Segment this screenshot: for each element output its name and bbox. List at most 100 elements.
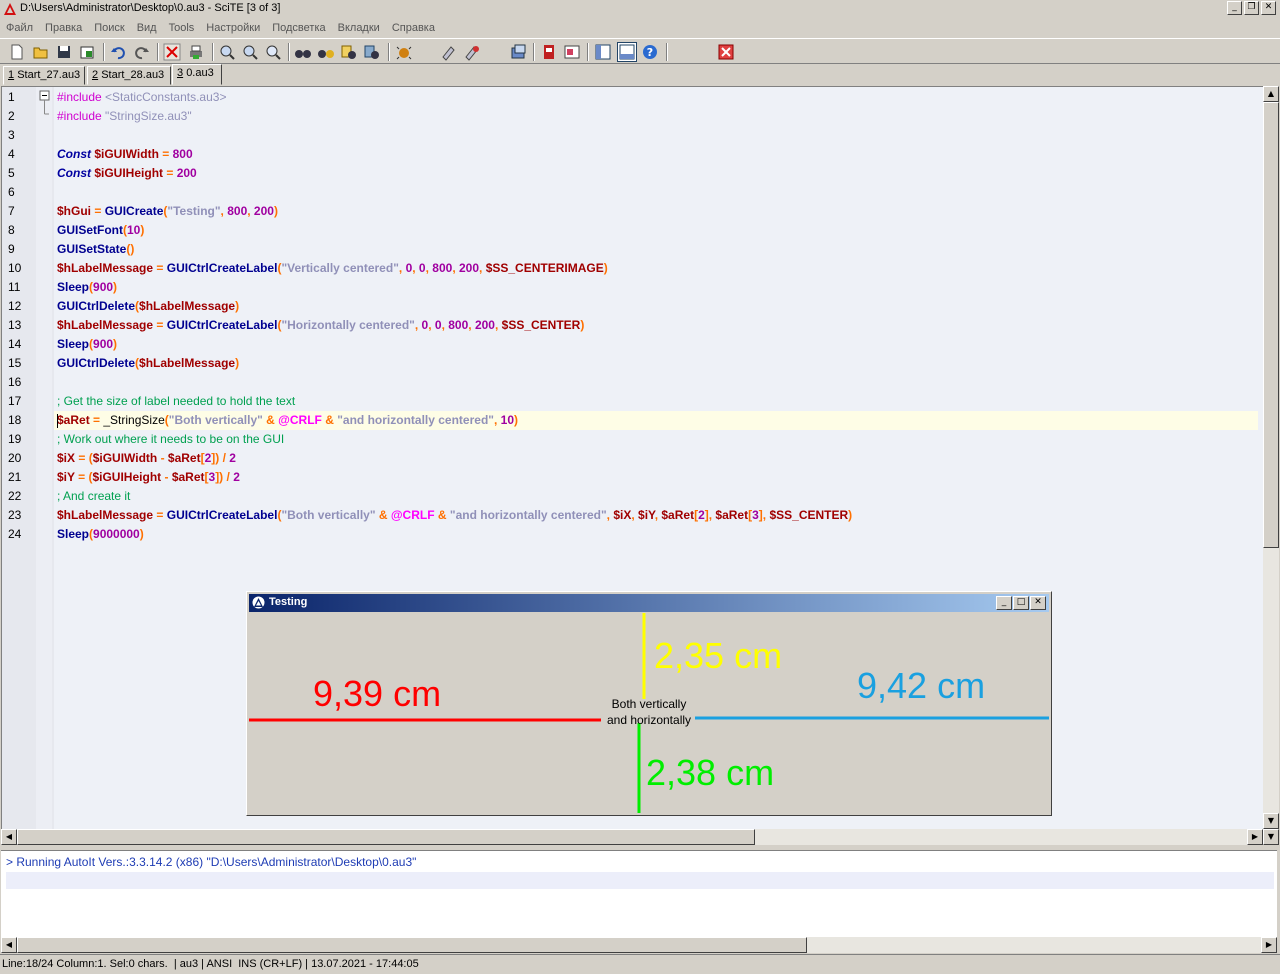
output-run-line: > Running AutoIt Vers.:3.3.14.2 (x86) "D… bbox=[6, 855, 417, 869]
tab-start-28[interactable]: 2 Start_28.au3 bbox=[87, 66, 171, 85]
menu-edit[interactable]: Правка bbox=[39, 19, 88, 37]
find-in-files-icon[interactable] bbox=[340, 43, 358, 61]
run-icon[interactable] bbox=[440, 43, 458, 61]
code-line: Sleep(9000000) bbox=[57, 527, 144, 541]
code-line: ; Work out where it needs to be on the G… bbox=[57, 432, 285, 446]
testing-maximize-button[interactable]: □ bbox=[1013, 596, 1029, 610]
window-icon[interactable] bbox=[594, 43, 612, 61]
line-number: 7 bbox=[8, 204, 15, 218]
line-number: 15 bbox=[8, 356, 22, 370]
menu-language[interactable]: Подсветка bbox=[266, 19, 331, 37]
redo-icon[interactable] bbox=[133, 43, 151, 61]
text-caret bbox=[57, 414, 58, 428]
restore-button[interactable]: ❐ bbox=[1244, 1, 1259, 15]
code-line: Const $iGUIHeight = 200 bbox=[57, 166, 197, 180]
tab-label: 0.au3 bbox=[186, 67, 214, 79]
save-icon[interactable] bbox=[55, 43, 73, 61]
replace-icon[interactable] bbox=[317, 43, 335, 61]
horizontal-scroll-thumb[interactable] bbox=[17, 829, 755, 845]
line-number: 14 bbox=[8, 337, 22, 351]
fold-marker-icon[interactable] bbox=[36, 89, 52, 129]
testing-minimize-button[interactable]: _ bbox=[996, 596, 1012, 610]
output-scroll-thumb[interactable] bbox=[17, 937, 807, 953]
output-pane[interactable]: > Running AutoIt Vers.:3.3.14.2 (x86) "D… bbox=[1, 850, 1277, 937]
line-number: 6 bbox=[8, 185, 15, 199]
save-all-icon[interactable] bbox=[78, 43, 96, 61]
open-file-icon[interactable] bbox=[32, 43, 50, 61]
print-icon[interactable] bbox=[187, 43, 205, 61]
bookmark-icon[interactable] bbox=[363, 43, 381, 61]
menu-tools[interactable]: Tools bbox=[163, 19, 201, 37]
scroll-right-icon[interactable]: ▶ bbox=[1247, 829, 1263, 845]
line-number: 8 bbox=[8, 223, 15, 237]
tab-number: 3 bbox=[177, 67, 184, 79]
binoculars-icon[interactable] bbox=[294, 43, 312, 61]
centered-label: Both verticallyand horizontallycentered bbox=[606, 697, 692, 730]
code-line: Sleep(900) bbox=[57, 280, 118, 294]
cut-icon[interactable] bbox=[163, 43, 181, 61]
koda-icon[interactable] bbox=[563, 43, 581, 61]
code-line: GUICtrlDelete($hLabelMessage) bbox=[57, 356, 240, 370]
menu-bar: Файл Правка Поиск Вид Tools Настройки По… bbox=[0, 19, 1280, 37]
tab-start-27[interactable]: 1 Start_27.au3 bbox=[3, 66, 85, 85]
editor-horizontal-scrollbar[interactable]: ◀ ▶ bbox=[1, 829, 1263, 845]
line-number: 9 bbox=[8, 242, 15, 256]
menu-help[interactable]: Справка bbox=[386, 19, 441, 37]
close-button[interactable]: ✕ bbox=[1261, 1, 1276, 15]
menu-view[interactable]: Вид bbox=[131, 19, 163, 37]
vertical-scroll-thumb[interactable] bbox=[1263, 102, 1279, 548]
testing-close-button[interactable]: ✕ bbox=[1030, 596, 1046, 610]
find-icon[interactable] bbox=[218, 43, 236, 61]
scroll-up-icon[interactable]: ▲ bbox=[1263, 86, 1279, 102]
line-number: 10 bbox=[8, 261, 22, 275]
testing-window[interactable]: Testing _ □ ✕ Both vertically and horizon… bbox=[246, 591, 1052, 816]
testing-window-titlebar[interactable]: Testing _ □ ✕ bbox=[249, 594, 1049, 612]
menu-buffers[interactable]: Вкладки bbox=[332, 19, 386, 37]
line-number: 20 bbox=[8, 451, 22, 465]
code-line: #include <StaticConstants.au3> bbox=[57, 90, 227, 104]
line-number: 13 bbox=[8, 318, 22, 332]
code-line: $aRet = _StringSize("Both vertically" & … bbox=[57, 413, 518, 427]
autoit-icon bbox=[252, 596, 265, 609]
new-file-icon[interactable] bbox=[8, 43, 26, 61]
code-line: #include "StringSize.au3" bbox=[57, 109, 192, 123]
undo-icon[interactable] bbox=[109, 43, 127, 61]
output-scroll-left-icon[interactable]: ◀ bbox=[1, 937, 17, 953]
line-number: 4 bbox=[8, 147, 15, 161]
scroll-corner-down-icon[interactable]: ▼ bbox=[1263, 829, 1279, 845]
output-scroll-right-icon[interactable]: ▶ bbox=[1261, 937, 1277, 953]
output-horizontal-scrollbar[interactable]: ◀ ▶ bbox=[1, 937, 1277, 953]
tab-number: 1 bbox=[8, 69, 15, 81]
code-line: Sleep(900) bbox=[57, 337, 118, 351]
bottom-measurement-label: 2,38 cm bbox=[646, 752, 775, 793]
tab-0-au3[interactable]: 3 0.au3 bbox=[172, 64, 222, 85]
scroll-down-icon[interactable]: ▼ bbox=[1263, 813, 1279, 829]
code-line: $hGui = GUICreate("Testing", 800, 200) bbox=[57, 204, 278, 218]
zoom-icon[interactable] bbox=[264, 43, 282, 61]
line-number: 1 bbox=[8, 90, 15, 104]
tidy-icon[interactable] bbox=[540, 43, 558, 61]
code-line: $hLabelMessage = GUICtrlCreateLabel("Ver… bbox=[57, 261, 608, 275]
editor-vertical-scrollbar[interactable]: ▲ ▼ bbox=[1263, 86, 1279, 829]
code-line: $iY = ($iGUIHeight - $aRet[3]) / 2 bbox=[57, 470, 240, 484]
menu-file[interactable]: Файл bbox=[0, 19, 39, 37]
compile-icon[interactable] bbox=[395, 43, 413, 61]
help-icon[interactable]: ? bbox=[641, 43, 659, 61]
stop-icon[interactable] bbox=[510, 43, 528, 61]
line-number: 23 bbox=[8, 508, 22, 522]
code-line: $hLabelMessage = GUICtrlCreateLabel("Hor… bbox=[57, 318, 585, 332]
build-icon[interactable] bbox=[463, 43, 481, 61]
scroll-left-icon[interactable]: ◀ bbox=[1, 829, 17, 845]
code-line: ; Get the size of label needed to hold t… bbox=[57, 394, 296, 408]
find-next-icon[interactable] bbox=[241, 43, 259, 61]
line-number: 3 bbox=[8, 128, 15, 142]
split-icon[interactable] bbox=[617, 42, 637, 62]
line-number: 22 bbox=[8, 489, 22, 503]
close-red-icon[interactable] bbox=[717, 43, 735, 61]
code-line: GUICtrlDelete($hLabelMessage) bbox=[57, 299, 240, 313]
tab-number: 2 bbox=[92, 69, 99, 81]
fold-margin bbox=[36, 87, 52, 829]
menu-search[interactable]: Поиск bbox=[88, 19, 130, 37]
menu-options[interactable]: Настройки bbox=[200, 19, 266, 37]
minimize-button[interactable]: _ bbox=[1227, 1, 1242, 15]
